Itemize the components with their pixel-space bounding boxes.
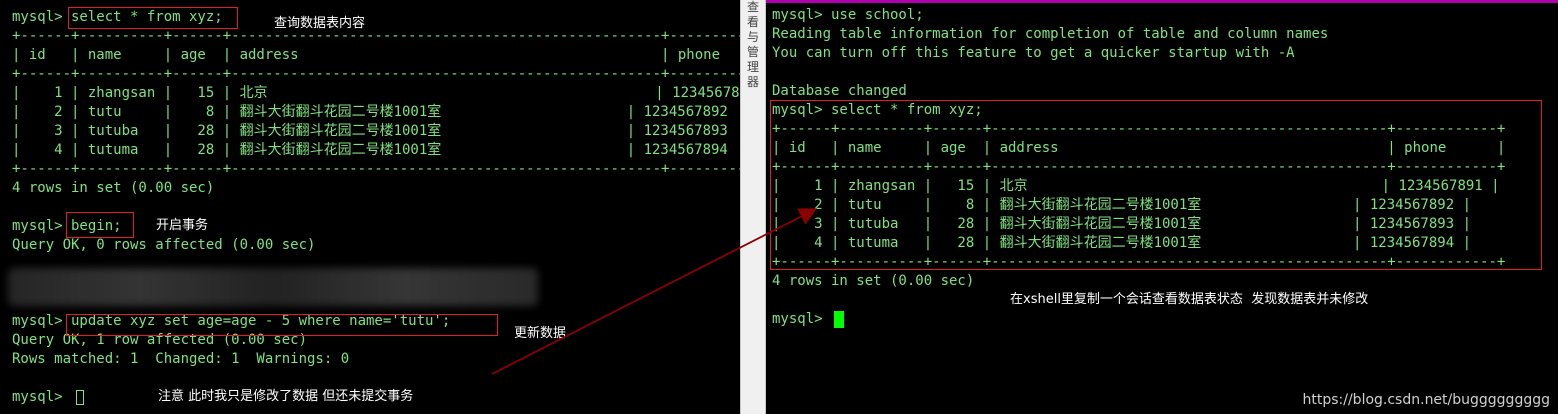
- terminal-line: | 4 | tutuma | 28 | 翻斗大街翻斗花园二号楼1001室 | 1…: [12, 142, 728, 158]
- terminal-line: Rows matched: 1 Changed: 1 Warnings: 0: [12, 351, 350, 367]
- terminal-line: 4 rows in set (0.00 sec): [12, 180, 215, 196]
- terminal-line: Reading table information for completion…: [772, 26, 1329, 42]
- terminal-line: mysql>: [12, 389, 72, 405]
- right-terminal-window[interactable]: mysql> use school; Reading table informa…: [766, 0, 1558, 414]
- terminal-line: +------+----------+------+--------------…: [12, 161, 740, 177]
- vertical-tab-label[interactable]: 查看与管理器: [743, 0, 763, 90]
- left-terminal-window[interactable]: mysql> select * from xyz; +------+------…: [0, 0, 740, 414]
- annotation-query-table: 查询数据表内容: [274, 16, 366, 31]
- annotation-note: 注意 此时我只是修改了数据 但还未提交事务: [158, 389, 414, 404]
- terminal-line: Database changed: [772, 83, 907, 99]
- annotation-begin-tx: 开启事务: [156, 218, 209, 233]
- terminal-cursor: [76, 390, 84, 405]
- terminal-line: +------+----------+------+--------------…: [12, 66, 740, 82]
- terminal-line: Query OK, 0 rows affected (0.00 sec): [12, 237, 316, 253]
- annotation-box-select: [68, 7, 238, 29]
- terminal-line: | 1 | zhangsan | 15 | 北京 | 1234567891: [12, 85, 740, 101]
- terminal-line: +------+----------+------+--------------…: [12, 28, 740, 44]
- title-accent-strip: [766, 0, 1558, 3]
- annotation-box-select-result: [770, 100, 1542, 270]
- annotation-box-begin: [66, 212, 134, 238]
- redacted-blur-region: [8, 268, 538, 306]
- window-divider-strip: 查看与管理器: [740, 0, 766, 414]
- terminal-line: mysql> use school;: [772, 7, 924, 23]
- annotation-box-update: [66, 314, 498, 336]
- annotation-xshell-note: 在xshell里复制一个会话查看数据表状态 发现数据表并未修改: [1010, 292, 1369, 307]
- terminal-line: 4 rows in set (0.00 sec): [772, 273, 975, 289]
- annotation-update-data: 更新数据: [514, 326, 567, 341]
- terminal-line: mysql>: [772, 311, 832, 327]
- terminal-line: | 3 | tutuba | 28 | 翻斗大街翻斗花园二号楼1001室 | 1…: [12, 123, 728, 139]
- watermark-url: https://blog.csdn.net/buggggggggg: [1302, 392, 1551, 408]
- terminal-line: | id | name | age | address | phone: [12, 47, 721, 63]
- terminal-line: | 2 | tutu | 8 | 翻斗大街翻斗花园二号楼1001室 | 1234…: [12, 104, 728, 120]
- terminal-cursor: [834, 311, 844, 328]
- terminal-line: You can turn off this feature to get a q…: [772, 45, 1295, 61]
